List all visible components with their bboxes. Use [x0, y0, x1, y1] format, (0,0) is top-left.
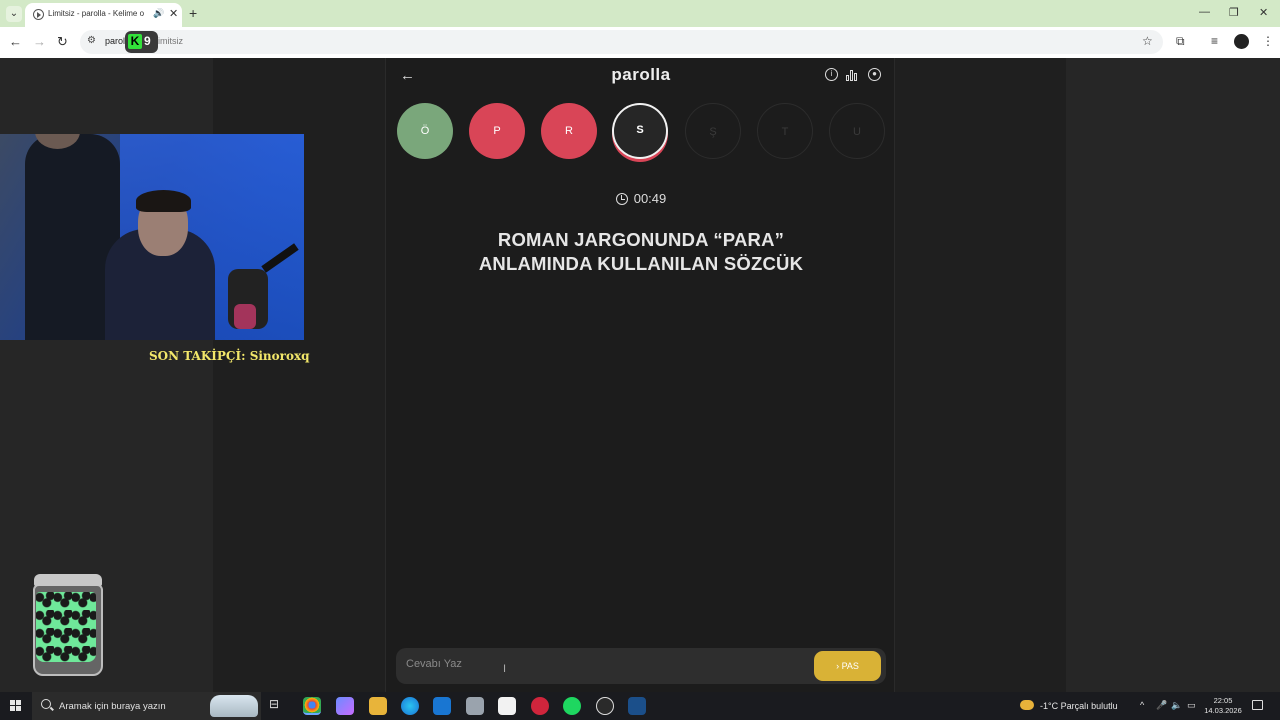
tab-title: Limitsiz - parolla - Kelime o — [48, 9, 145, 18]
forward-arrow-icon[interactable]: → — [33, 34, 46, 49]
tray-chevron-icon[interactable]: ^ — [1140, 700, 1144, 710]
clock-icon — [615, 193, 628, 205]
audio-playing-icon[interactable]: 🔊 — [153, 8, 164, 19]
bookmark-star-icon[interactable]: ☆ — [1142, 34, 1153, 48]
question-line-1: ROMAN JARGONUNDA “PARA” — [497, 229, 785, 250]
outlook-app-icon[interactable] — [433, 697, 451, 715]
browser-toolbar: ← → ↻ ⚙ parol imitsiz K 9 ☆ ⧉ ≡ ⋮ — [0, 27, 1280, 58]
taskbar-search-box[interactable]: Aramak için buraya yazın — [32, 692, 261, 720]
back-arrow-icon[interactable]: ← — [9, 34, 22, 49]
k9-overlay-badge: K 9 — [125, 31, 158, 53]
reload-icon[interactable]: ↻ — [57, 34, 68, 50]
weather-cloud-icon — [1020, 700, 1034, 710]
media-app-icon[interactable] — [531, 697, 549, 715]
minimize-button[interactable]: — — [1199, 6, 1210, 18]
obs-app-icon[interactable] — [596, 697, 614, 715]
question-text: ROMAN JARGONUNDA “PARA” ANLAMINDA KULLAN… — [426, 228, 856, 276]
site-info-icon[interactable]: ⚙ — [87, 35, 96, 46]
letter-circle: R — [541, 103, 597, 159]
tab-search-button[interactable]: ⌄ — [6, 6, 22, 22]
browser-tab-strip: ⌄ Limitsiz - parolla - Kelime o 🔊 ✕ + — … — [0, 0, 1280, 27]
last-follower-label: SON TAKİPÇİ: Sinoroxq — [149, 349, 310, 363]
search-icon — [41, 699, 51, 709]
answer-input[interactable] — [406, 658, 786, 670]
letter-progress-row: Ö P R S Ş T U — [397, 103, 887, 163]
windows-start-icon[interactable] — [10, 700, 22, 712]
letter-circle: P — [469, 103, 525, 159]
mail-app-icon[interactable] — [466, 697, 484, 715]
file-explorer-icon[interactable] — [369, 697, 387, 715]
steam-app-icon[interactable] — [628, 697, 646, 715]
task-view-icon[interactable]: ⊟ — [269, 697, 287, 715]
bean-jar-widget — [33, 574, 103, 676]
windows-taskbar: Aramak için buraya yazın ⊟ -1°C Parçalı … — [0, 692, 1280, 720]
copilot-app-icon[interactable] — [336, 697, 354, 715]
webcam-overlay — [0, 134, 304, 340]
notifications-icon[interactable] — [1252, 700, 1263, 710]
spotify-app-icon[interactable] — [563, 697, 581, 715]
user-profile-icon[interactable]: ● — [868, 68, 881, 81]
restore-button[interactable]: ❐ — [1229, 6, 1239, 19]
tab-close-button[interactable]: ✕ — [169, 7, 178, 20]
edge-app-icon[interactable] — [401, 697, 419, 715]
pass-button[interactable]: › PAS — [814, 651, 881, 681]
letter-circle: U — [829, 103, 885, 159]
volume-icon[interactable]: 🔈 — [1171, 700, 1182, 711]
right-margin-panel — [1066, 58, 1280, 692]
close-window-button[interactable]: ✕ — [1259, 6, 1268, 19]
letter-circle-current: S — [612, 103, 668, 159]
chrome-app-icon[interactable] — [303, 697, 321, 715]
new-tab-button[interactable]: + — [189, 5, 197, 21]
letter-circle: Ö — [397, 103, 453, 159]
answer-bar: › PAS — [396, 648, 886, 684]
browser-tab-active[interactable]: Limitsiz - parolla - Kelime o 🔊 ✕ — [25, 3, 182, 27]
search-highlight-image — [210, 695, 258, 717]
stats-chart-icon[interactable] — [846, 69, 859, 81]
store-app-icon[interactable] — [498, 697, 516, 715]
letter-circle: Ş — [685, 103, 741, 159]
profile-avatar[interactable] — [1234, 34, 1249, 49]
letter-circle: T — [757, 103, 813, 159]
search-placeholder: Aramak için buraya yazın — [59, 701, 166, 712]
countdown-timer: 00:49 — [386, 191, 896, 206]
text-cursor-icon: I — [503, 663, 507, 675]
extensions-icon[interactable]: ⧉ — [1176, 34, 1185, 49]
browser-menu-icon[interactable]: ⋮ — [1262, 34, 1274, 48]
info-icon[interactable]: i — [825, 68, 838, 81]
game-logo: parolla — [611, 65, 671, 84]
microphone-icon[interactable]: 🎤 — [1156, 700, 1167, 711]
network-icon[interactable]: ▭ — [1187, 700, 1196, 711]
page-content: SON TAKİPÇİ: Sinoroxq ← parolla i ● Ö P … — [0, 58, 1280, 692]
system-clock[interactable]: 22:05 14.03.2026 — [1203, 696, 1243, 716]
timer-value: 00:49 — [633, 191, 667, 206]
weather-widget[interactable]: -1°C Parçalı bulutlu — [1020, 700, 1118, 711]
play-favicon-icon — [33, 9, 44, 20]
parolla-game-panel: ← parolla i ● Ö P R S Ş T U 00:49 ROMAN … — [385, 58, 895, 692]
media-control-icon[interactable]: ≡ — [1211, 34, 1218, 48]
address-bar[interactable]: ⚙ parol imitsiz K 9 — [80, 30, 1163, 54]
question-line-2: ANLAMINDA KULLANILAN SÖZCÜK — [478, 253, 804, 274]
